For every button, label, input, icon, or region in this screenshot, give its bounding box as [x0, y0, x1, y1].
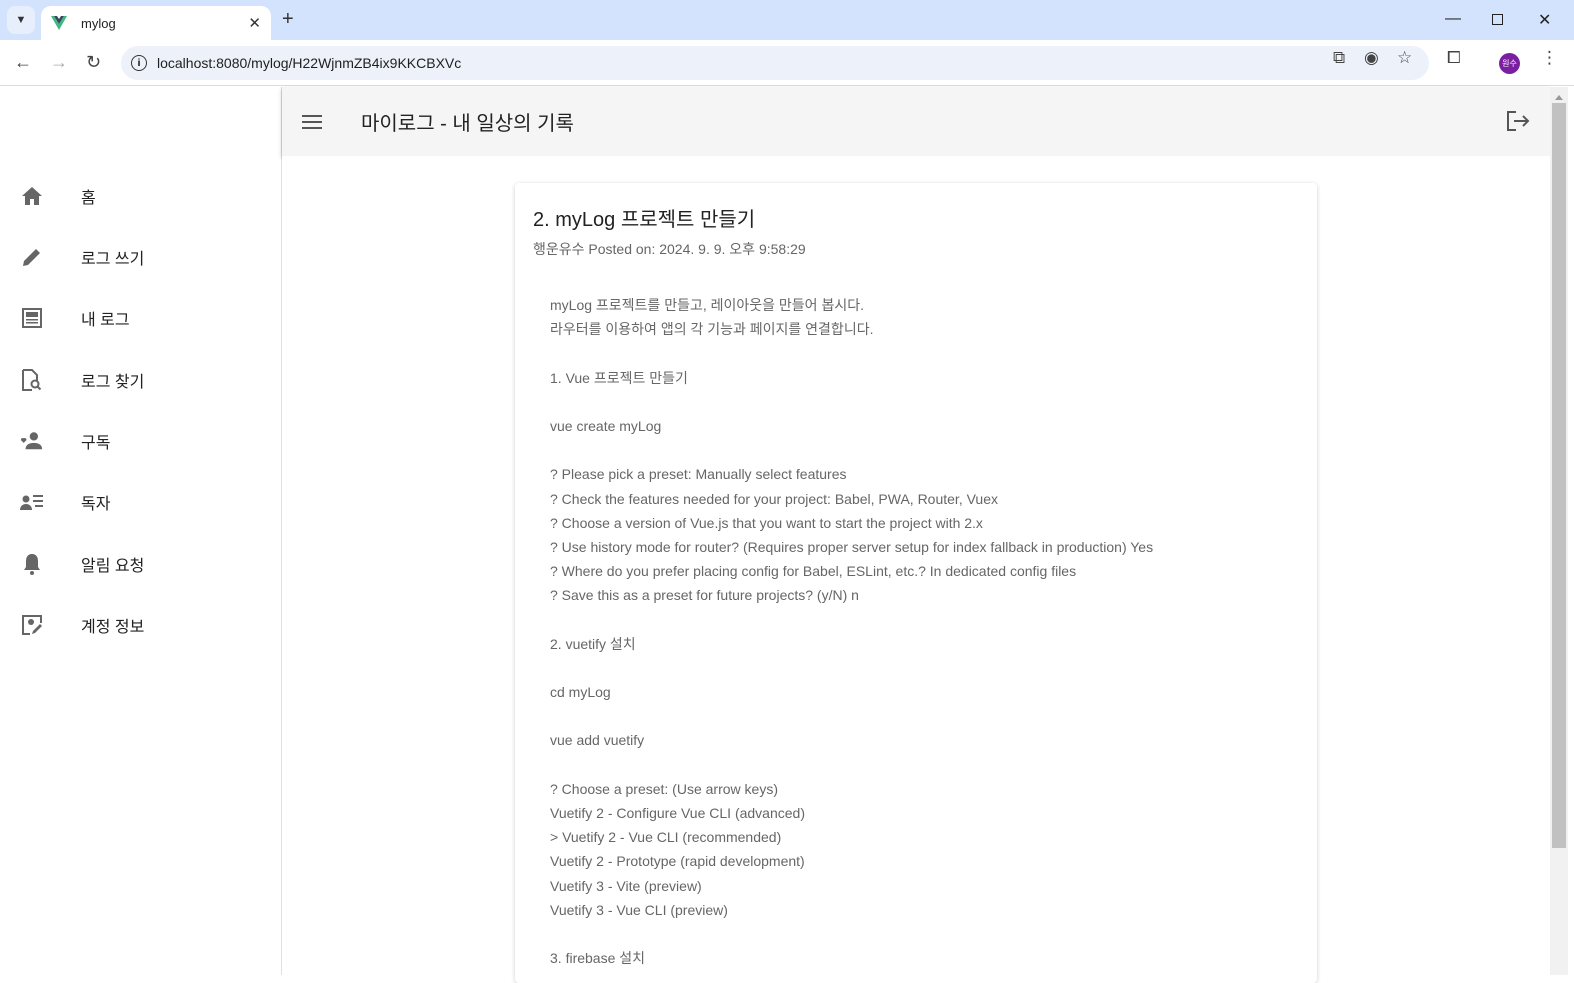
post-line: ? Choose a preset: (Use arrow keys): [550, 780, 778, 797]
post-line: vue create myLog: [550, 417, 662, 434]
extensions-icon[interactable]: ⧠: [1447, 48, 1461, 68]
new-tab-button[interactable]: +: [282, 8, 294, 31]
star-icon[interactable]: ☆: [1397, 48, 1412, 68]
pencil-icon: [20, 245, 44, 269]
sidebar-item-label: 계정 정보: [81, 619, 145, 636]
site-info-icon[interactable]: i: [131, 55, 147, 71]
eye-icon[interactable]: ◉: [1364, 48, 1379, 68]
sidebar-item-home[interactable]: 홈: [0, 171, 281, 221]
post-line: [550, 922, 1153, 946]
minimize-button[interactable]: —: [1445, 10, 1461, 28]
post-line: myLog 프로젝트를 만들고, 레이아웃을 만들어 봅시다.: [550, 297, 864, 313]
file-search-icon: [20, 368, 44, 392]
app-title: 마이로그 - 내 일상의 기록: [361, 113, 574, 135]
forward-icon[interactable]: →: [50, 52, 68, 73]
post-line: Vuetify 2 - Prototype (rapid development…: [550, 853, 805, 870]
post-line: ? Check the features needed for your pro…: [550, 490, 998, 507]
profile-avatar[interactable]: 원수: [1499, 53, 1520, 74]
scroll-up-icon[interactable]: [1555, 95, 1563, 100]
post-meta: 행운유수 Posted on: 2024. 9. 9. 오후 9:58:29: [533, 241, 806, 257]
post-line: Vuetify 3 - Vite (preview): [550, 877, 702, 894]
close-window-button[interactable]: ✕: [1538, 10, 1551, 30]
sidebar-item-readers[interactable]: 독자: [0, 477, 281, 527]
post-line: > Vuetify 2 - Vue CLI (recommended): [550, 829, 782, 846]
sidebar-item-label: 알림 요청: [81, 558, 145, 575]
article-icon: [20, 306, 44, 330]
sidebar-item-label: 로그 쓰기: [81, 251, 145, 268]
post-line: [550, 656, 1153, 680]
sidebar: 홈 로그 쓰기 내 로그 로그 찾기 구독 독자 알림 요청 계정 정보: [0, 87, 282, 975]
post-line: 라우터를 이용하여 앱의 각 기능과 페이지를 연결합니다.: [550, 321, 874, 338]
post-line: 3. firebase 설치: [550, 950, 646, 967]
sidebar-item-search[interactable]: 로그 찾기: [0, 355, 281, 405]
sidebar-item-notifications[interactable]: 알림 요청: [0, 539, 281, 589]
sidebar-item-account[interactable]: 계정 정보: [0, 600, 281, 650]
post-title: 2. myLog 프로젝트 만들기: [533, 209, 756, 231]
browser-tab-bar: ▼ mylog ✕ + — ✕: [0, 0, 1574, 40]
open-external-icon[interactable]: ⧉: [1333, 48, 1345, 68]
post-line: [550, 704, 1153, 728]
close-tab-icon[interactable]: ✕: [248, 14, 261, 32]
sidebar-item-label: 로그 찾기: [81, 374, 145, 391]
post-line: [550, 753, 1153, 777]
post-line: [550, 341, 1153, 365]
post-line: vue add vuetify: [550, 732, 645, 749]
post-body: myLog 프로젝트를 만들고, 레이아웃을 만들어 봅시다. 라우터를 이용하여…: [550, 293, 1153, 970]
vue-logo-icon: [51, 16, 67, 30]
hamburger-menu-icon[interactable]: [302, 111, 322, 133]
post-line: 1. Vue 프로젝트 만들기: [550, 369, 688, 386]
more-menu-icon[interactable]: ⋮: [1541, 48, 1558, 68]
post-line: ? Please pick a preset: Manually select …: [550, 466, 847, 483]
reload-icon[interactable]: ↻: [86, 52, 101, 73]
post-line: Vuetify 2 - Configure Vue CLI (advanced): [550, 804, 805, 821]
post-line: ? Choose a version of Vue.js that you wa…: [550, 514, 983, 531]
address-bar-area: ← → ↻ i localhost:8080/mylog/H22WjnmZB4i…: [0, 40, 1574, 86]
post-line: ? Where do you prefer placing config for…: [550, 563, 1077, 580]
post-line: 2. vuetify 설치: [550, 635, 636, 652]
maximize-button[interactable]: [1492, 14, 1503, 25]
app-bar: 마이로그 - 내 일상의 기록: [282, 87, 1550, 156]
sidebar-item-write[interactable]: 로그 쓰기: [0, 232, 281, 282]
logout-icon[interactable]: [1506, 110, 1530, 137]
post-line: [550, 607, 1153, 631]
main-content: 2. myLog 프로젝트 만들기 행운유수 Posted on: 2024. …: [282, 156, 1550, 983]
post-line: ? Save this as a preset for future proje…: [550, 587, 859, 604]
post-card: 2. myLog 프로젝트 만들기 행운유수 Posted on: 2024. …: [515, 183, 1317, 983]
post-line: Vuetify 3 - Vue CLI (preview): [550, 901, 728, 918]
sidebar-item-my-logs[interactable]: 내 로그: [0, 293, 281, 343]
tab-title: mylog: [81, 15, 116, 31]
home-icon: [20, 184, 44, 208]
sidebar-item-subscribe[interactable]: 구독: [0, 416, 281, 466]
bell-icon: [20, 552, 44, 576]
sidebar-item-label: 내 로그: [81, 312, 130, 329]
tab-list-button[interactable]: ▼: [7, 6, 35, 34]
post-line: cd myLog: [550, 684, 611, 700]
url-text: localhost:8080/mylog/H22WjnmZB4ix9KKCBXV…: [157, 55, 462, 71]
scrollbar[interactable]: [1550, 87, 1568, 975]
back-icon[interactable]: ←: [14, 52, 32, 73]
post-line: [550, 438, 1153, 462]
sidebar-item-label: 구독: [81, 435, 111, 452]
url-field[interactable]: i localhost:8080/mylog/H22WjnmZB4ix9KKCB…: [121, 46, 1429, 80]
post-line: [550, 390, 1153, 414]
account-edit-icon: [20, 613, 44, 637]
sidebar-item-label: 독자: [81, 496, 111, 513]
browser-tab[interactable]: mylog ✕: [41, 6, 271, 40]
subscribe-icon: [20, 429, 44, 453]
post-line: ? Use history mode for router? (Requires…: [550, 538, 1154, 555]
readers-icon: [20, 490, 44, 514]
scrollbar-thumb[interactable]: [1552, 103, 1566, 848]
sidebar-item-label: 홈: [81, 190, 96, 207]
